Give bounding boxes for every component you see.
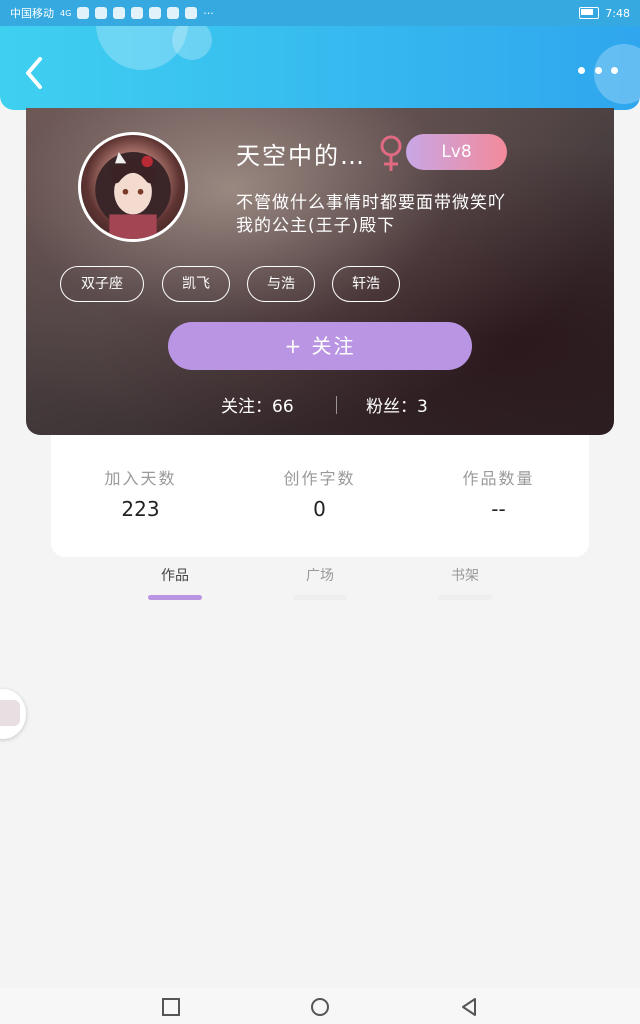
tab-indicator — [148, 595, 202, 600]
header-bar — [0, 26, 640, 110]
chevron-left-icon — [26, 57, 42, 89]
words-stat: 创作字数 0 — [230, 465, 409, 521]
works-stat: 作品数量 -- — [409, 465, 588, 521]
status-left: 中国移动 4G ··· — [10, 5, 214, 21]
recent-apps-icon[interactable] — [160, 996, 182, 1018]
carrier-text: 中国移动 — [10, 7, 54, 20]
assistant-icon — [0, 700, 20, 726]
fans-count[interactable]: 粉丝：3 — [366, 392, 428, 417]
home-icon[interactable] — [309, 996, 331, 1018]
more-dot-icon — [578, 66, 585, 74]
bio-line-1: 不管做什么事情时都要面带微笑吖 — [236, 193, 506, 213]
tab-indicator — [293, 595, 347, 600]
wifi-icon — [95, 7, 108, 19]
tab-indicator — [438, 595, 492, 600]
level-badge: Lv8 — [406, 134, 507, 170]
avatar-illustration — [95, 152, 171, 239]
female-icon — [380, 135, 402, 171]
back-triangle-icon[interactable] — [458, 996, 480, 1018]
stats-divider — [336, 396, 337, 414]
decor-bubble-small — [172, 26, 212, 60]
more-dot-icon — [611, 66, 618, 74]
search-notification-icon — [131, 7, 144, 19]
username: 天空中的… — [236, 142, 366, 170]
more-notifications-icon: ··· — [203, 6, 214, 20]
floating-assistant-button[interactable] — [0, 689, 26, 739]
tag-chip[interactable]: 轩浩 — [332, 266, 400, 302]
back-button[interactable] — [20, 56, 50, 90]
tab-works[interactable]: 作品 — [135, 565, 215, 600]
status-right: 7:48 — [579, 7, 630, 20]
follow-button[interactable]: + 关注 — [168, 322, 472, 370]
status-bar: 中国移动 4G ··· 7:48 — [0, 0, 640, 26]
tab-square[interactable]: 广场 — [280, 565, 360, 600]
works-label: 作品数量 — [462, 469, 535, 488]
works-value: -- — [491, 497, 506, 521]
tag-chip[interactable]: 凯飞 — [162, 266, 230, 302]
system-nav-bar — [0, 988, 640, 1024]
info-card: 加入天数 223 创作字数 0 作品数量 -- — [51, 435, 589, 557]
battery-icon — [579, 7, 600, 19]
words-value: 0 — [313, 497, 326, 521]
tag-chip[interactable]: 与浩 — [247, 266, 315, 302]
clock-text: 7:48 — [605, 6, 630, 20]
avatar[interactable] — [78, 132, 188, 242]
browser-notification-icon — [167, 7, 180, 19]
shield-notification-icon — [149, 7, 162, 19]
tab-label: 作品 — [161, 568, 189, 584]
network-text: 4G — [60, 8, 72, 18]
tab-bookshelf[interactable]: 书架 — [425, 565, 505, 600]
days-value: 223 — [121, 497, 160, 521]
words-label: 创作字数 — [283, 469, 356, 488]
days-label: 加入天数 — [104, 469, 177, 488]
tab-label: 广场 — [306, 568, 334, 584]
gallery-notification-icon — [185, 7, 198, 19]
more-button[interactable] — [578, 60, 618, 80]
tag-chip[interactable]: 双子座 — [60, 266, 144, 302]
tab-label: 书架 — [451, 568, 479, 584]
following-count[interactable]: 关注：66 — [221, 392, 294, 417]
bio-line-2: 我的公主(王子)殿下 — [236, 216, 396, 236]
app-notification-icon — [113, 7, 126, 19]
more-dot-icon — [594, 66, 602, 74]
profile-card: 天空中的… Lv8 不管做什么事情时都要面带微笑吖 我的公主(王子)殿下 双子座… — [26, 108, 614, 435]
signal-icon — [77, 7, 90, 19]
days-stat: 加入天数 223 — [51, 465, 230, 521]
